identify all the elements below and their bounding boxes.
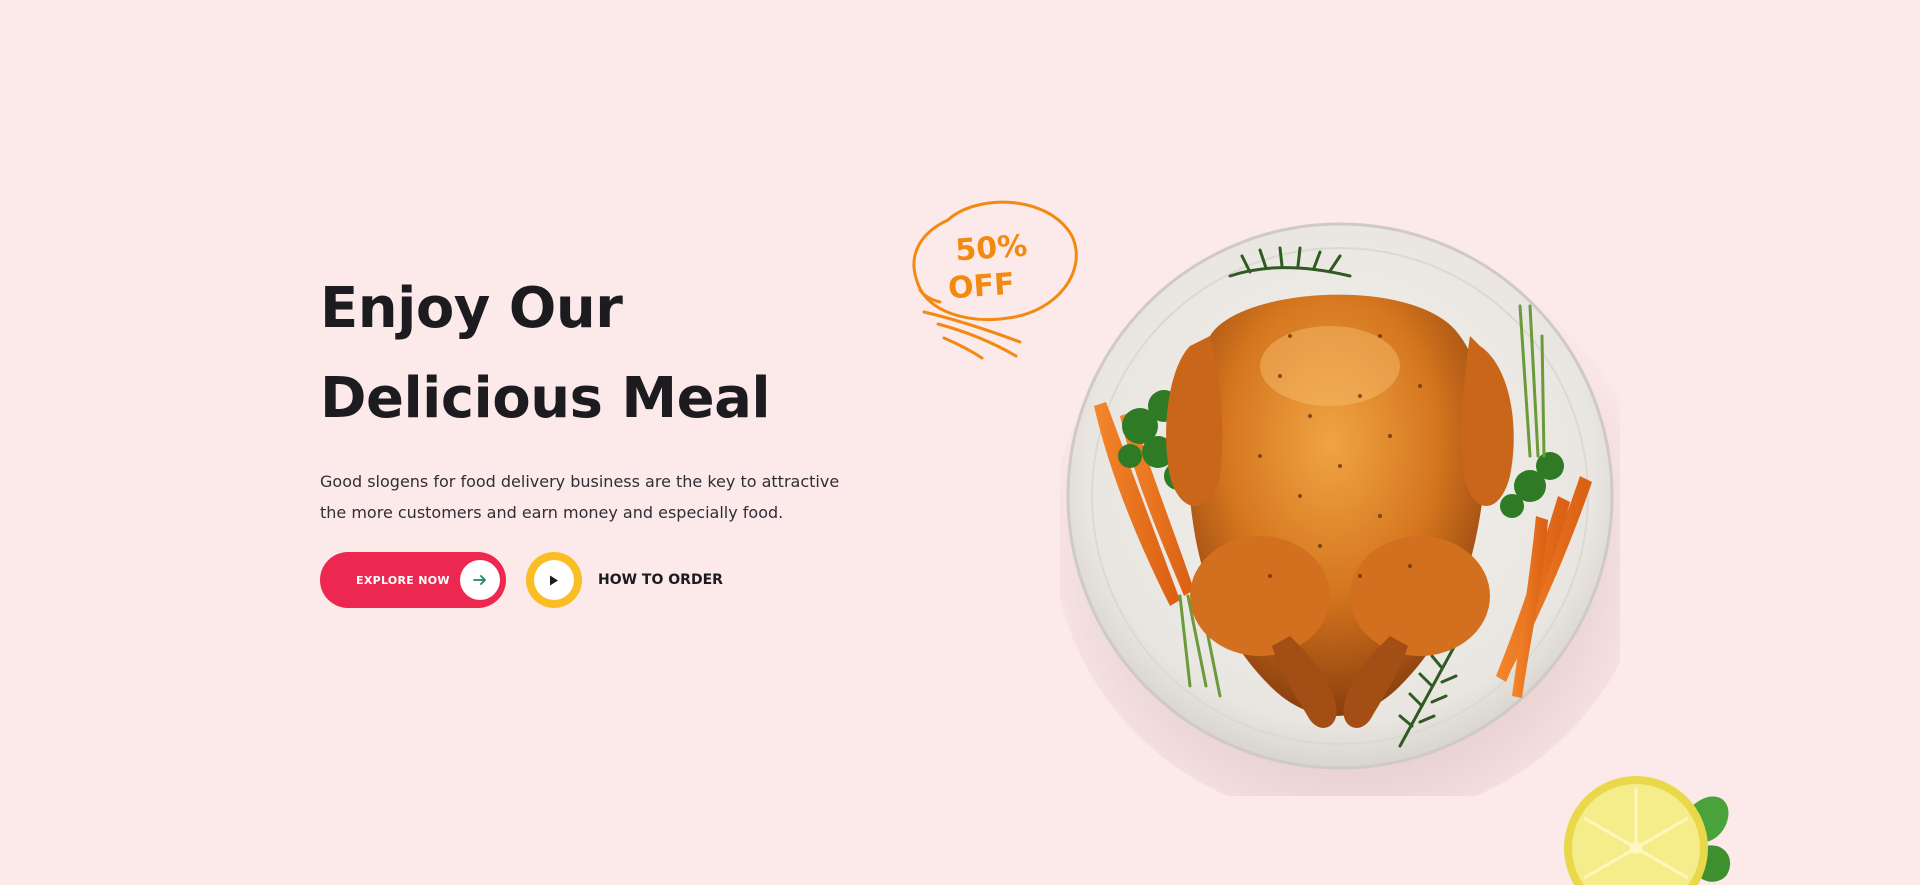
arrow-right-icon xyxy=(460,560,500,600)
play-video-button[interactable] xyxy=(526,552,582,608)
badge-line-1: 50% xyxy=(954,229,1028,269)
badge-line-2: OFF xyxy=(947,267,1016,307)
hero-headline: Enjoy Our Delicious Meal xyxy=(320,264,880,444)
hero-content: Enjoy Our Delicious Meal Good slogens fo… xyxy=(320,264,880,608)
headline-line-1: Enjoy Our xyxy=(320,276,623,341)
roast-chicken-plate-image xyxy=(1060,222,1620,796)
how-to-order-link[interactable]: HOW TO ORDER xyxy=(598,572,723,588)
hero-description: Good slogens for food delivery business … xyxy=(320,472,840,522)
explore-now-label: EXPLORE NOW xyxy=(356,573,450,587)
headline-line-2: Delicious Meal xyxy=(320,366,771,431)
play-icon xyxy=(534,560,574,600)
hero-section: Enjoy Our Delicious Meal Good slogens fo… xyxy=(0,0,1920,885)
lemon-slice-image xyxy=(1564,776,1731,885)
discount-badge: 50% OFF xyxy=(912,200,1078,360)
cta-row: EXPLORE NOW HOW TO ORDER xyxy=(320,552,880,608)
explore-now-button[interactable]: EXPLORE NOW xyxy=(320,552,506,608)
